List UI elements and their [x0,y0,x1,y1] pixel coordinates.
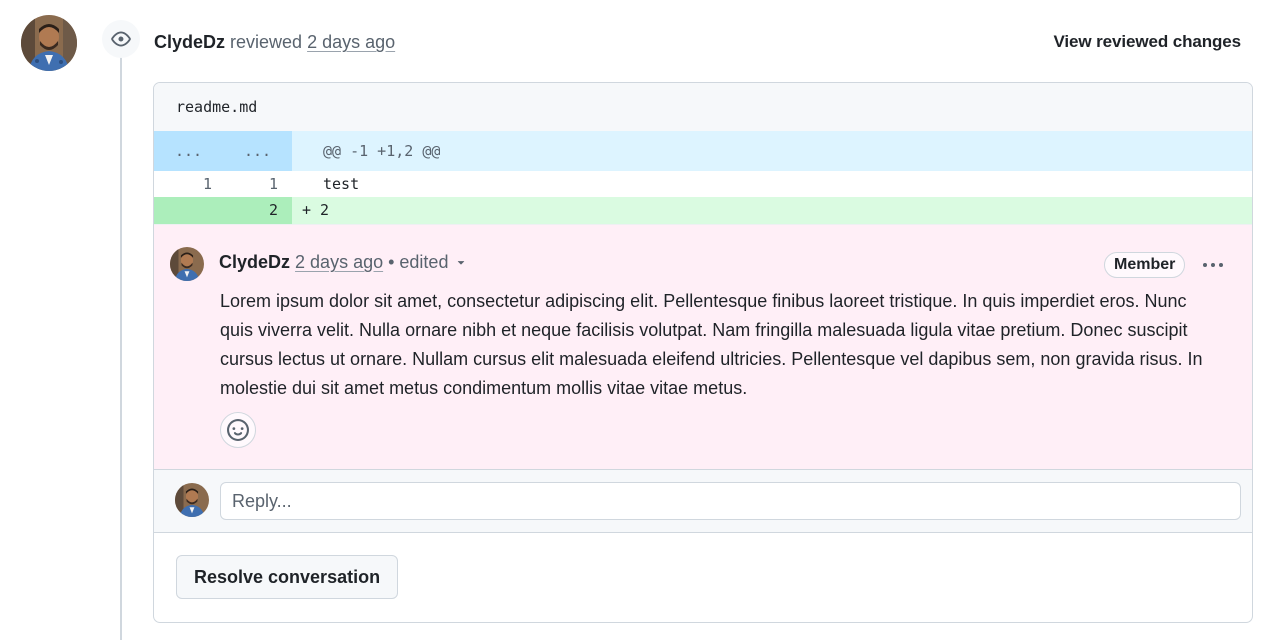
file-path[interactable]: readme.md [154,83,1252,131]
hunk-header-text: @@ -1 +1,2 @@ [323,142,441,160]
thread-footer: Resolve conversation [154,533,1252,621]
review-author-link[interactable]: ClydeDz [154,32,225,52]
timeline-line [120,40,122,640]
comment-header: ClydeDz 2 days ago • edited [219,250,468,275]
comment-author-link[interactable]: ClydeDz [219,252,290,272]
view-reviewed-changes-link[interactable]: View reviewed changes [1053,30,1241,54]
comment-avatar[interactable] [170,247,204,281]
line-number-left[interactable] [154,197,223,224]
line-number-right[interactable]: 2 [223,197,292,224]
reply-row: Reply... [154,470,1252,533]
comment-time-link[interactable]: 2 days ago [295,252,383,272]
member-badge: Member [1104,252,1186,278]
review-action-text: reviewed [225,32,308,52]
reviewer-avatar[interactable] [21,15,77,71]
hunk-expand-right[interactable]: ... [223,131,292,171]
review-header: ClydeDz reviewed 2 days ago [154,30,395,54]
edited-label: • edited [383,252,449,272]
diff-context-row: 1 1 test [154,171,1252,197]
edited-dropdown[interactable]: • edited [383,252,468,272]
smiley-icon[interactable] [220,412,256,448]
kebab-horizontal-icon[interactable] [1197,253,1229,277]
hunk-expand-left[interactable]: ... [154,131,223,171]
review-thread: readme.md ... ... @@ -1 +1,2 @@ 1 1 test… [153,82,1253,623]
line-code: + 2 [302,201,330,219]
comment-body: Lorem ipsum dolor sit amet, consectetur … [220,291,1203,398]
triangle-down-icon [454,251,468,275]
eye-icon [102,20,140,58]
line-number-left[interactable]: 1 [154,171,223,197]
diff-hunk-row[interactable]: ... ... @@ -1 +1,2 @@ [154,131,1252,171]
reply-input[interactable]: Reply... [220,482,1241,520]
review-comment: ClydeDz 2 days ago • edited Member Lorem… [154,224,1252,470]
resolve-conversation-button[interactable]: Resolve conversation [176,555,399,599]
review-time-link[interactable]: 2 days ago [307,32,395,52]
line-code: test [323,175,360,193]
line-number-right[interactable]: 1 [223,171,292,197]
diff-addition-row: 2 + 2 [154,197,1252,224]
current-user-avatar [175,483,209,517]
